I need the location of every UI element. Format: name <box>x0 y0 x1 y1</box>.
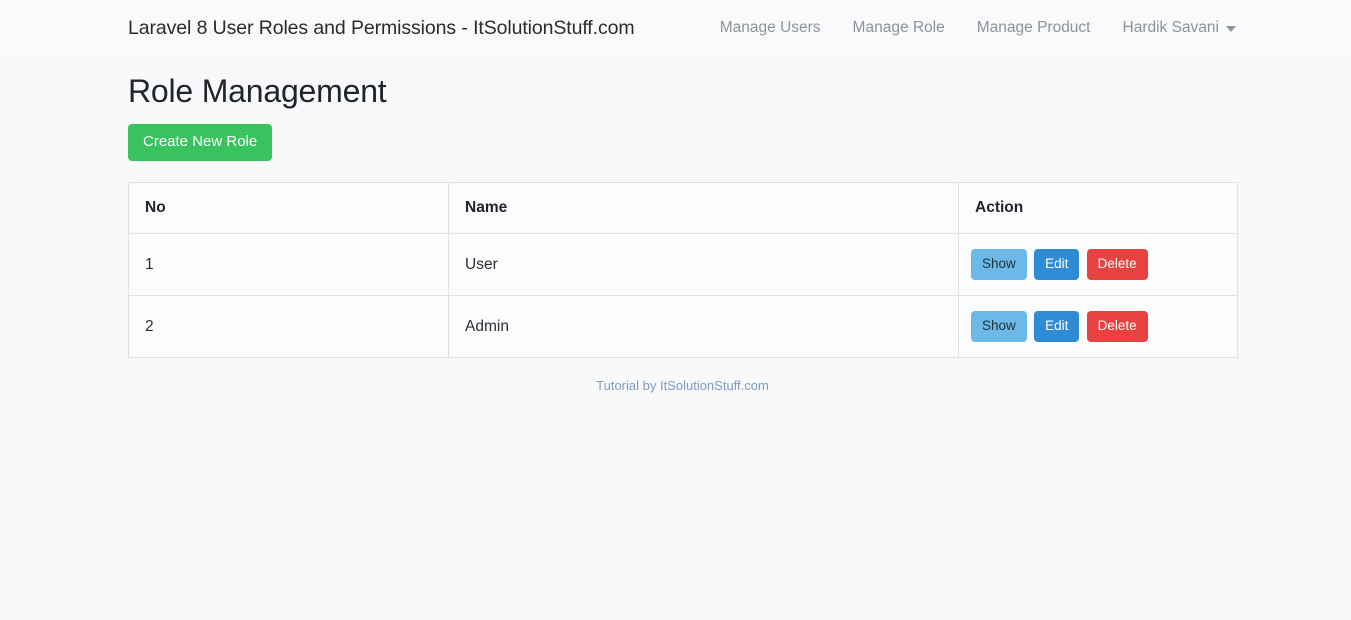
show-button[interactable]: Show <box>971 311 1027 342</box>
cell-no: 1 <box>129 234 449 296</box>
nav-link-manage-users[interactable]: Manage Users <box>704 20 837 36</box>
nav-link-manage-product[interactable]: Manage Product <box>961 20 1107 36</box>
column-header-no: No <box>129 183 449 234</box>
cell-no: 2 <box>129 296 449 358</box>
navbar-links: Manage Users Manage Role Manage Product … <box>704 20 1236 36</box>
table-head: No Name Action <box>129 183 1238 234</box>
main-container: Role Management Create New Role No Name … <box>0 72 1351 395</box>
edit-button[interactable]: Edit <box>1034 311 1079 342</box>
table-header-row: No Name Action <box>129 183 1238 234</box>
table-row: 1 User Show Edit Delete <box>129 234 1238 296</box>
table-body: 1 User Show Edit Delete 2 Admin Show Edi… <box>129 234 1238 358</box>
edit-button[interactable]: Edit <box>1034 249 1079 280</box>
nav-link-manage-role[interactable]: Manage Role <box>837 20 961 36</box>
top-navbar: Laravel 8 User Roles and Permissions - I… <box>0 0 1351 56</box>
table-row: 2 Admin Show Edit Delete <box>129 296 1238 358</box>
footer: Tutorial by ItSolutionStuff.com <box>128 377 1237 395</box>
create-new-role-button[interactable]: Create New Role <box>128 124 272 161</box>
chevron-down-icon <box>1226 26 1236 32</box>
user-menu-dropdown[interactable]: Hardik Savani <box>1107 20 1237 36</box>
roles-table: No Name Action 1 User Show Edit Delete 2 <box>128 182 1238 358</box>
page-title: Role Management <box>128 72 1236 110</box>
delete-button[interactable]: Delete <box>1087 249 1148 280</box>
navbar-brand[interactable]: Laravel 8 User Roles and Permissions - I… <box>128 17 635 40</box>
column-header-action: Action <box>959 183 1238 234</box>
cell-name: Admin <box>449 296 959 358</box>
roles-table-wrapper: No Name Action 1 User Show Edit Delete 2 <box>128 182 1236 358</box>
user-menu-label: Hardik Savani <box>1123 20 1220 36</box>
delete-button[interactable]: Delete <box>1087 311 1148 342</box>
cell-actions: Show Edit Delete <box>959 296 1238 358</box>
footer-tutorial-link[interactable]: Tutorial by ItSolutionStuff.com <box>596 378 769 393</box>
show-button[interactable]: Show <box>971 249 1027 280</box>
column-header-name: Name <box>449 183 959 234</box>
cell-actions: Show Edit Delete <box>959 234 1238 296</box>
cell-name: User <box>449 234 959 296</box>
